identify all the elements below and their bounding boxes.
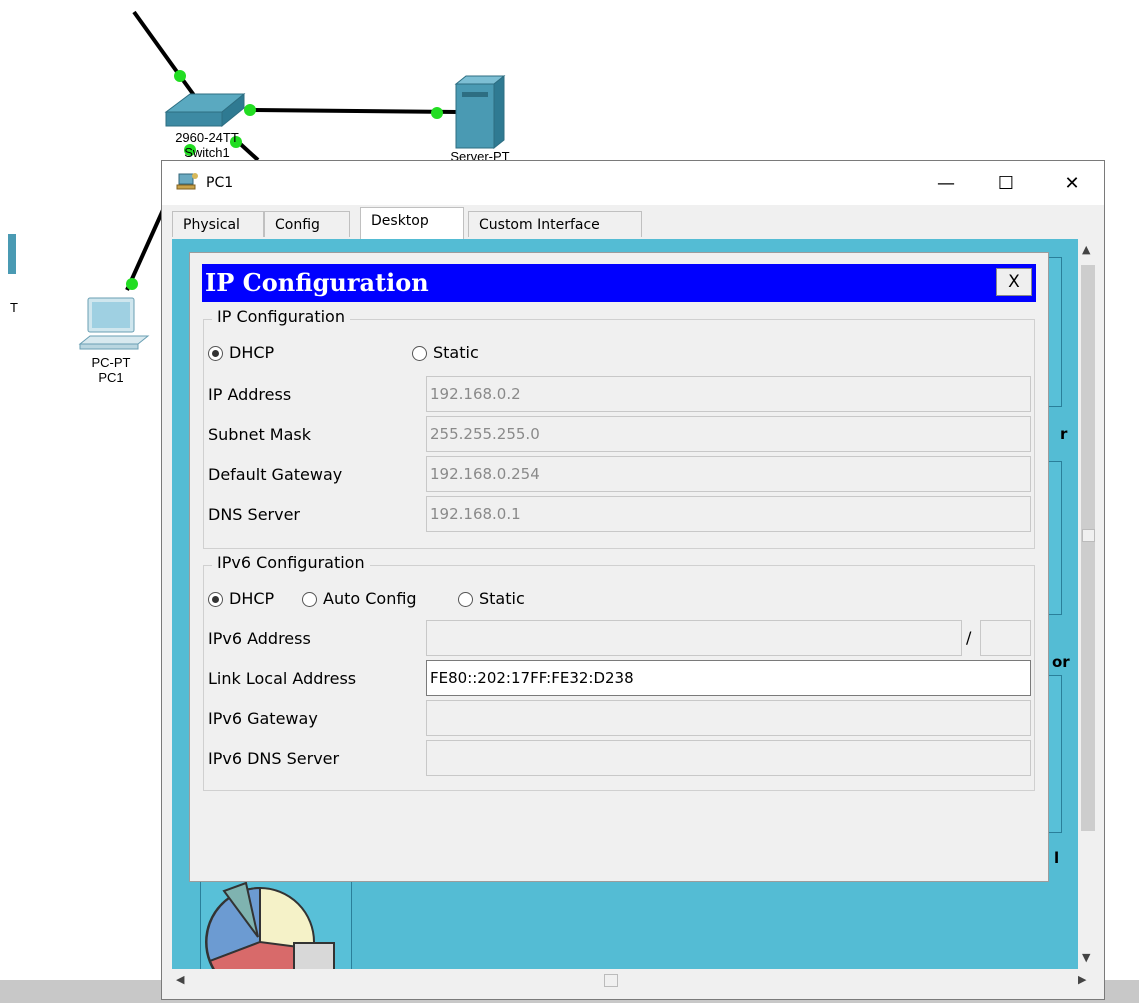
maximize-button[interactable]: ☐ bbox=[984, 167, 1028, 199]
tab-config[interactable]: Config bbox=[264, 211, 350, 237]
tab-desktop[interactable]: Desktop bbox=[360, 207, 464, 239]
server-model-label: Server-PT bbox=[450, 150, 510, 160]
window-title: PC1 bbox=[206, 175, 234, 191]
minimize-button[interactable]: — bbox=[924, 167, 968, 199]
radio-selected-icon bbox=[208, 345, 223, 361]
link-switch-pc1[interactable] bbox=[125, 209, 165, 291]
tab-physical[interactable]: Physical bbox=[172, 211, 264, 237]
subnet-mask-input[interactable] bbox=[426, 416, 1031, 452]
link-status-dot bbox=[431, 107, 443, 119]
close-button[interactable]: ✕ bbox=[1050, 167, 1094, 199]
radio-unselected-icon bbox=[302, 591, 317, 607]
vertical-scroll-thumb[interactable] bbox=[1082, 529, 1095, 542]
ipv6-address-input[interactable] bbox=[426, 620, 962, 656]
horizontal-scrollbar[interactable]: ◀ ▶ bbox=[172, 969, 1098, 991]
ip-configuration-dialog: IP Configuration X IP Configuration DHCP… bbox=[189, 252, 1049, 882]
link-status-dot bbox=[174, 70, 186, 82]
desktop-tile-label-fragment: or bbox=[1052, 653, 1070, 671]
link-switch-uplink[interactable] bbox=[132, 10, 182, 78]
subnet-mask-label: Subnet Mask bbox=[208, 425, 312, 444]
ipv6-dhcp-label: DHCP bbox=[229, 589, 275, 608]
dns-server-label: DNS Server bbox=[208, 505, 300, 524]
switch-name-label: Switch1 bbox=[184, 146, 230, 159]
ipv6-auto-config-label: Auto Config bbox=[323, 589, 417, 608]
vertical-scrollbar[interactable]: ▲ ▼ bbox=[1078, 239, 1098, 969]
link-local-address-label: Link Local Address bbox=[208, 669, 357, 688]
ipv4-static-label: Static bbox=[433, 343, 479, 362]
pie-chart-app-icon[interactable] bbox=[202, 877, 342, 969]
window-title-bar[interactable]: PC1 — ☐ ✕ bbox=[162, 161, 1104, 205]
radio-unselected-icon bbox=[458, 591, 473, 607]
vertical-scroll-track[interactable] bbox=[1081, 265, 1095, 831]
scroll-up-icon[interactable]: ▲ bbox=[1082, 243, 1090, 256]
ipv4-dhcp-radio[interactable]: DHCP bbox=[208, 343, 274, 363]
tab-custom-interface[interactable]: Custom Interface bbox=[468, 211, 642, 237]
radio-selected-icon bbox=[208, 591, 223, 607]
dialog-title-bar: IP Configuration X bbox=[202, 264, 1036, 302]
ipv6-static-label: Static bbox=[479, 589, 525, 608]
ipv4-group-legend: IP Configuration bbox=[212, 307, 350, 327]
horizontal-scroll-thumb[interactable] bbox=[604, 974, 618, 987]
window-tab-bar: Physical Config Desktop Custom Interface bbox=[162, 207, 1104, 239]
ipv6-prefix-input[interactable] bbox=[980, 620, 1031, 656]
pc-model-label: PC-PT bbox=[91, 355, 131, 370]
partial-device-label: T bbox=[10, 300, 18, 315]
dialog-close-button[interactable]: X bbox=[996, 268, 1032, 296]
ipv6-dns-server-label: IPv6 DNS Server bbox=[208, 749, 340, 768]
link-local-address-input[interactable] bbox=[426, 660, 1031, 696]
pc-window-icon bbox=[176, 173, 198, 190]
minimize-icon: — bbox=[937, 172, 955, 194]
pc-name-label: PC1 bbox=[98, 370, 124, 385]
close-icon: ✕ bbox=[1064, 172, 1080, 194]
link-switch-server[interactable] bbox=[247, 108, 459, 114]
ipv6-gateway-input[interactable] bbox=[426, 700, 1031, 736]
pc-icon[interactable] bbox=[78, 297, 150, 350]
dns-server-input[interactable] bbox=[426, 496, 1031, 532]
partial-device-icon[interactable] bbox=[8, 234, 16, 274]
scroll-right-icon[interactable]: ▶ bbox=[1078, 973, 1086, 986]
default-gateway-input[interactable] bbox=[426, 456, 1031, 492]
switch-model-label: 2960-24TT bbox=[175, 130, 239, 145]
ipv6-group-legend: IPv6 Configuration bbox=[212, 553, 370, 573]
switch-icon[interactable] bbox=[164, 92, 246, 128]
ipv6-address-label: IPv6 Address bbox=[208, 629, 311, 648]
ipv6-auto-config-radio[interactable]: Auto Config bbox=[302, 589, 417, 609]
radio-unselected-icon bbox=[412, 345, 427, 361]
ipv4-static-radio[interactable]: Static bbox=[412, 343, 479, 363]
ipv6-static-radio[interactable]: Static bbox=[458, 589, 525, 609]
scroll-left-icon[interactable]: ◀ bbox=[176, 973, 184, 986]
ipv4-dhcp-label: DHCP bbox=[229, 343, 275, 362]
ip-address-label: IP Address bbox=[208, 385, 292, 404]
ipv6-dns-server-input[interactable] bbox=[426, 740, 1031, 776]
link-status-dot bbox=[244, 104, 256, 116]
ipv6-dhcp-radio[interactable]: DHCP bbox=[208, 589, 274, 609]
maximize-icon: ☐ bbox=[997, 172, 1015, 194]
link-status-dot bbox=[126, 278, 138, 290]
server-icon[interactable] bbox=[454, 74, 506, 150]
prefix-separator: / bbox=[966, 628, 972, 647]
dialog-title: IP Configuration bbox=[205, 268, 429, 297]
scroll-down-icon[interactable]: ▼ bbox=[1082, 951, 1090, 964]
ipv6-gateway-label: IPv6 Gateway bbox=[208, 709, 318, 728]
ip-address-input[interactable] bbox=[426, 376, 1031, 412]
default-gateway-label: Default Gateway bbox=[208, 465, 343, 484]
desktop-tile-label-fragment: r bbox=[1060, 425, 1068, 443]
desktop-tile-label-fragment: l bbox=[1054, 849, 1060, 867]
